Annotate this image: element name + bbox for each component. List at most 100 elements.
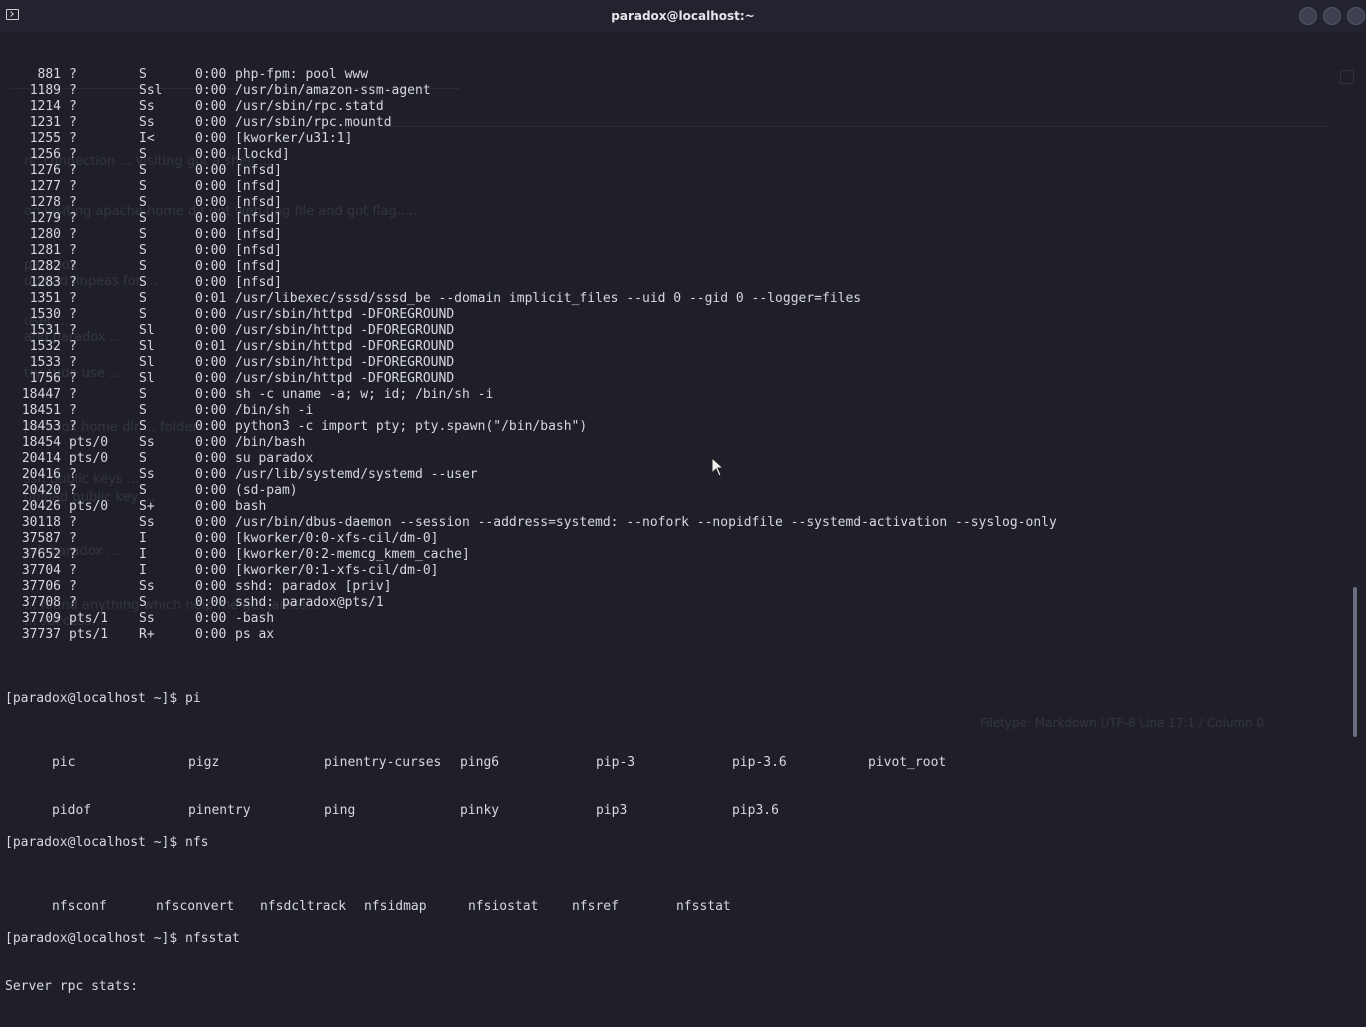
scrollbar[interactable] [1353, 587, 1357, 737]
process-tty: ? [69, 483, 77, 498]
process-row: 1255? I< 0:00 [kworker/u31:1] [5, 131, 1345, 147]
process-command: sshd: paradox@pts/1 [235, 595, 384, 610]
prompt-line: [paradox@localhost ~]$ pi [5, 691, 201, 706]
process-stat: S [139, 163, 147, 178]
process-row: 1283? S 0:00 [nfsd] [5, 275, 1345, 291]
process-pid: 1278 [29, 195, 61, 210]
completion-item: nfsconf [51, 899, 107, 914]
process-pid: 1533 [29, 355, 61, 370]
process-time: 0:00 [195, 451, 227, 466]
process-time: 0:00 [195, 243, 227, 258]
process-stat: Sl [139, 339, 155, 354]
completion-item: pivot_root [867, 755, 947, 770]
process-row: 1256? S 0:00 [lockd] [5, 147, 1345, 163]
process-tty: pts/0 [69, 499, 109, 514]
process-stat: S [139, 483, 147, 498]
process-row: 37587? I 0:00 [kworker/0:0-xfs-cil/dm-0] [5, 531, 1345, 547]
process-time: 0:00 [195, 227, 227, 242]
process-row: 1282? S 0:00 [nfsd] [5, 259, 1345, 275]
process-stat: S [139, 147, 147, 162]
process-pid: 1189 [29, 83, 61, 98]
process-tty: ? [69, 371, 77, 386]
process-tty: ? [69, 323, 77, 338]
process-tty: ? [69, 195, 77, 210]
process-time: 0:00 [195, 595, 227, 610]
maximize-button[interactable] [1323, 7, 1341, 25]
minimize-button[interactable] [1299, 7, 1317, 25]
process-command: [nfsd] [235, 195, 282, 210]
process-tty: ? [69, 531, 77, 546]
process-time: 0:00 [195, 531, 227, 546]
completion-item: pip3.6 [731, 803, 779, 818]
terminal-window: nc connection ... visiting got a shell .… [0, 0, 1366, 994]
process-pid: 37737 [21, 627, 61, 642]
process-time: 0:00 [195, 115, 227, 130]
process-row: 20414 pts/0 S 0:00 su paradox [5, 451, 1345, 467]
process-pid: 20426 [21, 499, 61, 514]
process-command: [lockd] [235, 147, 290, 162]
process-pid: 18453 [21, 419, 61, 434]
process-time: 0:00 [195, 147, 227, 162]
process-command: sh -c uname -a; w; id; /bin/sh -i [235, 387, 494, 402]
process-command: /usr/sbin/httpd -DFOREGROUND [235, 339, 455, 354]
process-time: 0:00 [195, 211, 227, 226]
process-time: 0:00 [195, 499, 227, 514]
process-pid: 37652 [21, 547, 61, 562]
process-stat: S [139, 227, 147, 242]
process-pid: 1255 [29, 131, 61, 146]
completion-item: nfsref [571, 899, 619, 914]
completion-item: pip-3.6 [731, 755, 787, 770]
process-stat: Ssl [139, 83, 163, 98]
process-row: 37709 pts/1 Ss 0:00 -bash [5, 611, 1345, 627]
completion-row: pidof pinentry ping pinky pip3 pip3.6 [5, 787, 1345, 818]
process-row: 18451? S 0:00/bin/sh -i [5, 403, 1345, 419]
process-pid: 1281 [29, 243, 61, 258]
process-stat: Sl [139, 323, 155, 338]
process-pid: 37704 [21, 563, 61, 578]
process-time: 0:00 [195, 99, 227, 114]
process-pid: 1531 [29, 323, 61, 338]
process-row: 881? S 0:00 php-fpm: pool www [5, 67, 1345, 83]
completion-item: pip-3 [595, 755, 636, 770]
process-pid: 1532 [29, 339, 61, 354]
process-tty: ? [69, 275, 77, 290]
process-stat: Sl [139, 371, 155, 386]
process-command: /usr/sbin/rpc.statd [235, 99, 384, 114]
process-command: /usr/lib/systemd/systemd --user [235, 467, 478, 482]
process-pid: 1256 [29, 147, 61, 162]
process-pid: 30118 [21, 515, 61, 530]
process-stat: S [139, 275, 147, 290]
process-pid: 1351 [29, 291, 61, 306]
process-command: [nfsd] [235, 179, 282, 194]
process-row: 18453? S 0:00 python3 -c import pty; pty.sp… [5, 419, 1345, 435]
title-bar[interactable]: paradox@localhost:~ [0, 0, 1366, 32]
process-tty: pts/0 [69, 435, 109, 450]
process-list: 881? S 0:00 php-fpm: pool www 1189? Ssl 0:00/u… [5, 67, 1345, 643]
terminal-output[interactable]: 881? S 0:00 php-fpm: pool www 1189? Ssl 0:00/u… [5, 35, 1345, 994]
process-row: 37704? I 0:00 [kworker/0:1-xfs-cil/dm-0] [5, 563, 1345, 579]
process-command: /usr/sbin/httpd -DFOREGROUND [235, 371, 455, 386]
completion-item: pinentry-curses [323, 755, 442, 770]
process-stat: Ss [139, 99, 155, 114]
process-time: 0:00 [195, 259, 227, 274]
process-row: 1276? S 0:00 [nfsd] [5, 163, 1345, 179]
process-time: 0:00 [195, 387, 227, 402]
process-command: /usr/sbin/rpc.mountd [235, 115, 392, 130]
process-command: python3 -c import pty; pty.spawn("/bin/b… [235, 419, 588, 434]
process-tty: ? [69, 147, 77, 162]
process-time: 0:00 [195, 67, 227, 82]
process-command: [nfsd] [235, 259, 282, 274]
process-pid: 1231 [29, 115, 61, 130]
process-row: 37706? Ss 0:00 sshd: paradox [priv] [5, 579, 1345, 595]
process-command: su paradox [235, 451, 314, 466]
process-tty: pts/1 [69, 611, 109, 626]
process-tty: ? [69, 115, 77, 130]
process-command: [kworker/u31:1] [235, 131, 353, 146]
process-row: 1231? Ss 0:00/usr/sbin/rpc.mountd [5, 115, 1345, 131]
process-tty: ? [69, 595, 77, 610]
process-pid: 1214 [29, 99, 61, 114]
process-time: 0:00 [195, 131, 227, 146]
process-command: /usr/libexec/sssd/sssd_be --domain impli… [235, 291, 862, 306]
process-tty: ? [69, 467, 77, 482]
close-button[interactable] [1347, 7, 1365, 25]
